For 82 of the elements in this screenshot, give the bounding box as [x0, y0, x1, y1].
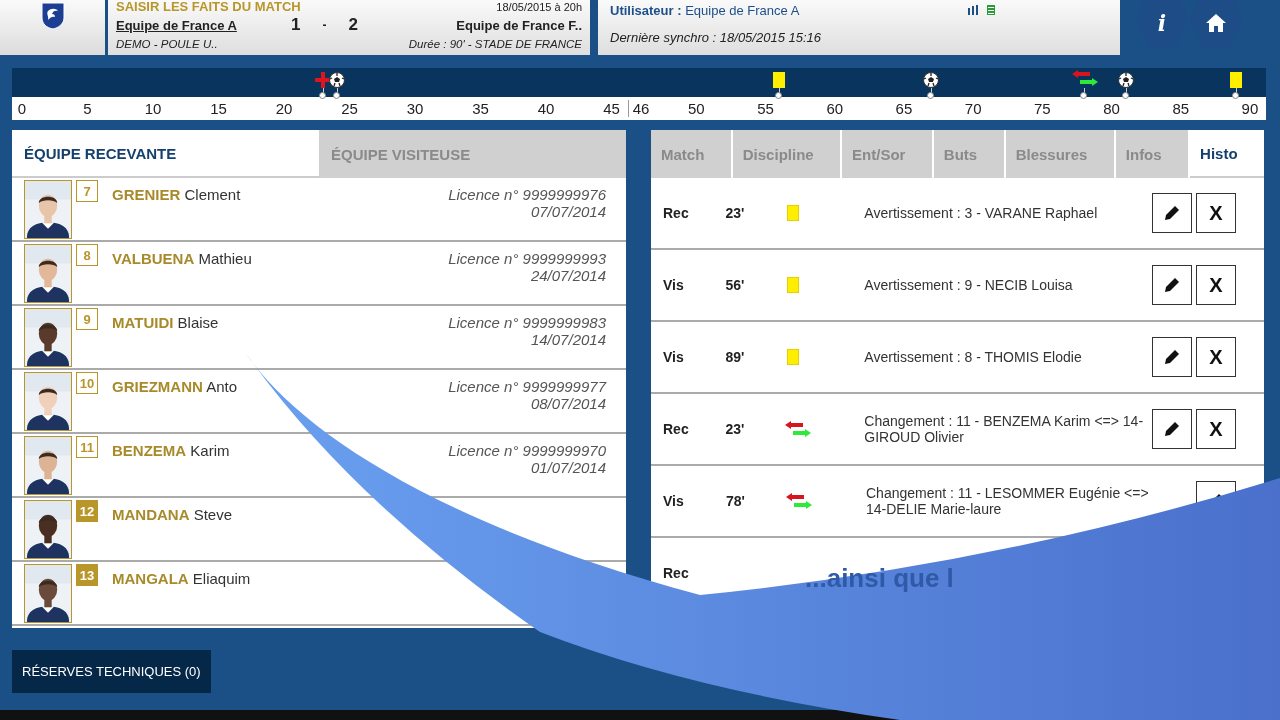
licence-number: Licence n° 9999999983 [448, 314, 606, 331]
player-name: GRIEZMANN Anto [112, 378, 238, 395]
licence-date: 07/07/2014 [530, 203, 606, 220]
minute-label: 0 [17, 100, 27, 117]
home-score: 1 [291, 15, 301, 35]
minute-label: 45 [603, 100, 620, 117]
minute-label: 30 [406, 100, 424, 117]
minute-label: 46 [632, 100, 650, 117]
licence-number: Licence n° 9999999977 [448, 378, 606, 395]
minute-label: 90 [1241, 100, 1259, 117]
licence-date: 14/07/2014 [530, 331, 606, 348]
shirt-number: 11 [76, 436, 98, 458]
player-name: MANGALA Eliaquim [112, 570, 251, 587]
player-row[interactable]: 8 VALBUENA Mathieu Licence n° 9999999993 24/07/2014 [12, 242, 626, 306]
licence-date: 24/07/2014 [530, 267, 606, 284]
event-team: Vis [663, 277, 685, 293]
player-name: MATUIDI Blaise [112, 314, 219, 331]
shirt-number: 10 [76, 372, 98, 394]
minute-label: 15 [210, 100, 227, 117]
away-team: Equipe de France F.. [456, 17, 582, 33]
minute-label: 65 [895, 100, 913, 117]
event-minute: 23' [725, 205, 746, 221]
event-description: Avertissement : 9 - NECIB Louisa [864, 277, 1074, 293]
event-description: Avertissement : 3 - VARANE Raphael [864, 205, 1099, 221]
player-name: BENZEMA Karim [112, 442, 230, 459]
licence-date: 01/07/2014 [530, 459, 606, 476]
player-row[interactable]: 10 GRIEZMANN Anto Licence n° 9999999977 08/07/2014 [12, 370, 626, 434]
competition-name: DEMO - POULE U.. [116, 38, 218, 50]
event-description: Changement : 11 - BENZEMA Karim <=> 14-GIROUD Olivier [864, 413, 1145, 445]
minute-label: 10 [144, 100, 162, 117]
score-separator: - [322, 18, 327, 32]
player-name: MANDANA Steve [112, 506, 233, 523]
user-name: Equipe de France A [685, 2, 800, 18]
minute-label: 60 [826, 100, 844, 117]
user-label: Utilisateur : [610, 2, 682, 18]
delete-button[interactable]: X [1196, 409, 1236, 449]
match-details: Durée : 90' - STADE DE FRANCE [408, 38, 582, 50]
minute-label: 50 [688, 100, 705, 117]
minute-label: 80 [1103, 100, 1120, 117]
minute-label: 75 [1034, 100, 1051, 117]
shirt-number: 13 [76, 564, 98, 586]
shirt-number: 9 [76, 308, 98, 330]
delete-button[interactable]: X [1196, 193, 1236, 233]
event-minute: 89' [725, 349, 746, 365]
event-minute: 78' [726, 493, 746, 509]
event-team: Rec [663, 421, 690, 437]
player-name: VALBUENA Mathieu [112, 250, 252, 267]
shirt-number: 8 [76, 244, 98, 266]
licence-number: Licence n° 9999999993 [448, 250, 606, 267]
away-score: 2 [348, 15, 358, 35]
sync-time: Dernière synchro : 18/05/2015 15:16 [610, 30, 823, 45]
player-row[interactable]: 9 MATUIDI Blaise Licence n° 9999999983 14/07/2014 [12, 306, 626, 370]
event-team: Rec [663, 565, 690, 581]
shirt-number: 7 [76, 180, 98, 202]
info-button[interactable]: i [1136, 0, 1188, 48]
event-description: Avertissement : 8 - THOMIS Elodie [864, 349, 1083, 365]
minute-label: 70 [964, 100, 982, 117]
licence-number: Licence n° 9999999970 [448, 442, 606, 459]
event-team: Vis [663, 493, 685, 509]
player-name: GRENIER Clement [112, 186, 241, 203]
player-row[interactable]: 7 GRENIER Clement Licence n° 9999999976 07/07/2014 [12, 178, 626, 242]
event-minute: 23' [725, 421, 746, 437]
licence-number: Licence n° 9999999976 [448, 186, 606, 203]
home-team: Equipe de France A [116, 17, 238, 33]
match-date: 18/05/2015 à 20h [496, 0, 582, 14]
minute-label: 5 [83, 100, 92, 117]
page-title: SAISIR LES FAITS DU MATCH [116, 0, 301, 14]
shirt-number: 12 [76, 500, 98, 522]
minute-label: 55 [757, 100, 774, 117]
minute-label: 85 [1172, 100, 1190, 117]
event-minute: 56' [725, 277, 746, 293]
event-description: Changement : 11 - LESOMMER Eugénie <=> 14-DELIE Marie-laure [866, 485, 1150, 517]
minute-label: 20 [275, 100, 293, 117]
event-team: Rec [663, 205, 690, 221]
event-team: Vis [663, 349, 685, 365]
licence-date: 08/07/2014 [530, 395, 606, 412]
delete-button[interactable]: X [1196, 265, 1236, 305]
reserves-button[interactable]: RÉSERVES TECHNIQUES (0) [12, 650, 211, 693]
minute-label: 35 [472, 100, 489, 117]
delete-button[interactable]: X [1196, 337, 1236, 377]
minute-label: 40 [537, 100, 555, 117]
minute-label: 25 [341, 100, 358, 117]
